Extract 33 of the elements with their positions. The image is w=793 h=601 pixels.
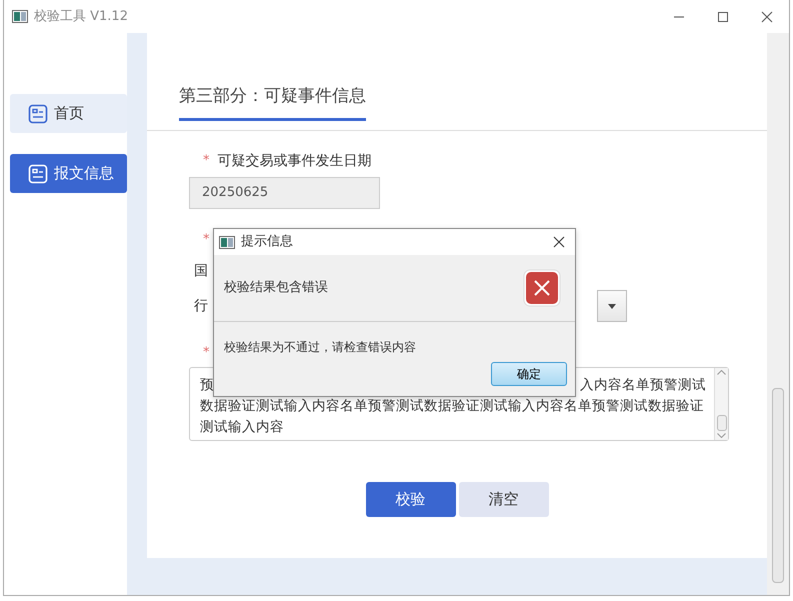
scroll-thumb[interactable] [716, 415, 726, 431]
text-line: 预 [200, 376, 214, 395]
clear-button[interactable]: 清空 [458, 482, 549, 517]
field-label: 可疑交易或事件发生日期 [218, 152, 372, 170]
dialog-title: 提示信息 [241, 233, 293, 252]
scroll-down-icon[interactable] [717, 433, 726, 438]
app-icon [12, 10, 28, 23]
sidebar-item[interactable]: 首页 [10, 94, 127, 133]
window-title: 校验工具 V1.12 [34, 8, 128, 26]
text-line: 数据验证测试输入内容名单预警测试数据验证测试输入内容名单预警测试数据验证 [200, 397, 704, 416]
text-line: 入内容名单预警测试 [580, 376, 706, 395]
scroll-up-icon[interactable] [717, 370, 726, 375]
close-icon[interactable] [553, 236, 565, 248]
profile-card-icon [28, 104, 48, 124]
sidebar-item[interactable]: 报文信息 [10, 154, 127, 193]
ok-button[interactable]: 确定 [491, 362, 567, 386]
dropdown-field[interactable] [597, 290, 628, 322]
validate-button[interactable]: 校验 [366, 482, 456, 517]
required-mark: * [203, 344, 210, 362]
dialog-message: 校验结果为不通过，请检查错误内容 [223, 339, 417, 356]
scroll-thumb[interactable] [772, 388, 784, 583]
app-icon [219, 236, 235, 248]
profile-card-icon [28, 164, 48, 184]
error-icon [523, 269, 561, 307]
text-line: 测试输入内容 [200, 418, 284, 437]
section-tab[interactable]: 第三部分：可疑事件信息 [179, 84, 366, 121]
dialog-heading: 校验结果包含错误 [224, 279, 328, 298]
field-label: 行 [194, 296, 208, 316]
caret-icon [608, 304, 616, 308]
date-field[interactable]: 20250625 [189, 177, 380, 209]
required-mark: * [203, 231, 210, 250]
required-mark: * [203, 152, 210, 170]
field-label: 国 [194, 262, 208, 280]
